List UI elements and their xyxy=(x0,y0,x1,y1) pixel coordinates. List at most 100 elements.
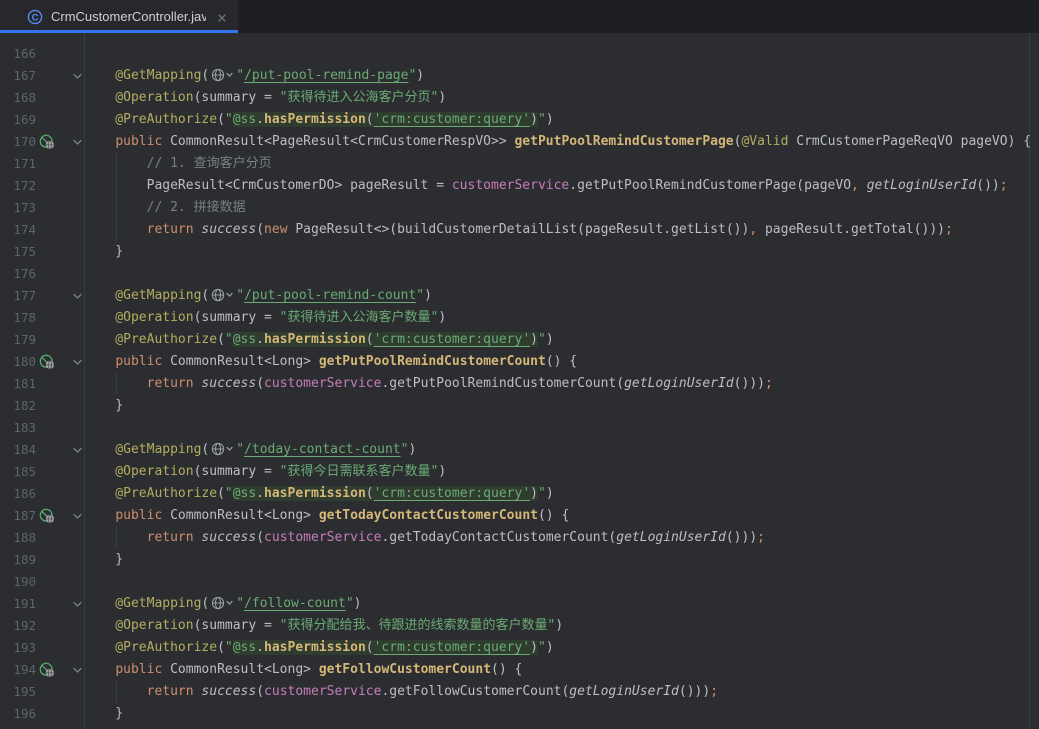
code-token: ) xyxy=(416,68,424,83)
code-token: @GetMapping xyxy=(84,596,201,611)
code-line-text[interactable]: return success(customerService.getTodayC… xyxy=(84,527,765,549)
line-number: 187 xyxy=(0,505,36,527)
code-line: 168 @Operation(summary = "获得待进入公海客户分页") xyxy=(0,87,1039,109)
endpoint-gutter-icon[interactable] xyxy=(39,134,55,150)
code-token: success xyxy=(201,684,256,699)
code-line-text[interactable]: @Operation(summary = "获得待进入公海客户分页") xyxy=(84,87,446,109)
code-token: ) xyxy=(530,332,538,347)
code-token: " xyxy=(236,68,244,83)
code-line-text[interactable]: public CommonResult<Long> getFollowCusto… xyxy=(84,659,522,681)
code-token: ( xyxy=(256,222,264,237)
code-line: 171 // 1. 查询客户分页 xyxy=(0,153,1039,175)
code-token: return xyxy=(147,222,202,237)
fold-chevron-icon[interactable] xyxy=(72,357,83,368)
code-line-text[interactable]: // 2. 拼接数据 xyxy=(84,197,246,219)
fold-chevron-icon[interactable] xyxy=(72,599,83,610)
editor-tab-bar: C CrmCustomerController.java xyxy=(0,0,1039,33)
code-token: ) xyxy=(408,442,416,457)
code-token: ) xyxy=(546,112,554,127)
code-line: 169 @PreAuthorize("@ss.hasPermission('cr… xyxy=(0,109,1039,131)
code-line-text[interactable]: } xyxy=(84,703,123,725)
code-line-text[interactable]: @PreAuthorize("@ss.hasPermission('crm:cu… xyxy=(84,109,554,131)
code-line-text[interactable]: @GetMapping("/follow-count") xyxy=(84,593,361,615)
code-token: " xyxy=(538,486,546,501)
code-line: 172 PageResult<CrmCustomerDO> pageResult… xyxy=(0,175,1039,197)
code-token: ()) xyxy=(976,178,999,193)
code-token: return xyxy=(147,376,202,391)
fold-chevron-icon[interactable] xyxy=(72,71,83,82)
code-line-text[interactable]: @GetMapping("/put-pool-remind-page") xyxy=(84,65,424,87)
code-token: ())) xyxy=(734,376,765,391)
code-token: (summary = xyxy=(194,310,280,325)
code-line-text[interactable]: } xyxy=(84,549,123,571)
code-token: ) xyxy=(424,288,432,303)
code-token: ) xyxy=(438,310,446,325)
code-line-text[interactable]: @PreAuthorize("@ss.hasPermission('crm:cu… xyxy=(84,637,554,659)
line-number: 177 xyxy=(0,285,36,307)
code-line-text[interactable]: } xyxy=(84,395,123,417)
code-line-text[interactable]: @PreAuthorize("@ss.hasPermission('crm:cu… xyxy=(84,483,554,505)
code-line-text[interactable]: public CommonResult<Long> getTodayContac… xyxy=(84,505,569,527)
code-token: ) xyxy=(546,486,554,501)
code-token: ) xyxy=(530,486,538,501)
code-token: ( xyxy=(256,376,264,391)
fold-chevron-icon[interactable] xyxy=(72,445,83,456)
endpoint-gutter-icon[interactable] xyxy=(39,354,55,370)
code-line-text[interactable]: @Operation(summary = "获得今日需联系客户数量") xyxy=(84,461,446,483)
line-number: 182 xyxy=(0,395,36,417)
code-line-text[interactable]: } xyxy=(84,241,123,263)
code-line: 185 @Operation(summary = "获得今日需联系客户数量") xyxy=(0,461,1039,483)
endpoint-gutter-icon[interactable] xyxy=(39,662,55,678)
close-icon[interactable] xyxy=(216,11,228,23)
code-token: CommonResult<PageResult<CrmCustomerRespV… xyxy=(170,134,514,149)
code-token xyxy=(859,178,867,193)
code-token: (summary = xyxy=(194,90,280,105)
code-token: @Operation xyxy=(84,464,194,479)
line-number: 176 xyxy=(0,263,36,285)
code-token: PageResult<CrmCustomerDO> pageResult = xyxy=(84,178,452,193)
code-token: @ss xyxy=(233,332,256,347)
code-token: ; xyxy=(710,684,718,699)
line-number: 173 xyxy=(0,197,36,219)
code-token: .getPutPoolRemindCustomerCount( xyxy=(381,376,624,391)
code-token: CommonResult<Long> xyxy=(170,662,319,677)
code-token: . xyxy=(256,332,264,347)
code-line-text[interactable]: @PreAuthorize("@ss.hasPermission('crm:cu… xyxy=(84,329,554,351)
code-token: ) xyxy=(354,596,362,611)
line-number: 189 xyxy=(0,549,36,571)
code-line-text[interactable]: @Operation(summary = "获得分配给我、待跟进的线索数量的客户… xyxy=(84,615,563,637)
code-line: 193 @PreAuthorize("@ss.hasPermission('cr… xyxy=(0,637,1039,659)
fold-chevron-icon[interactable] xyxy=(72,665,83,676)
code-line-text[interactable]: PageResult<CrmCustomerDO> pageResult = c… xyxy=(84,175,1008,197)
fold-chevron-icon[interactable] xyxy=(72,291,83,302)
line-number: 192 xyxy=(0,615,36,637)
code-line-text[interactable]: return success(new PageResult<>(buildCus… xyxy=(84,219,953,241)
code-token: ( xyxy=(201,442,209,457)
code-line-text[interactable]: public CommonResult<Long> getPutPoolRemi… xyxy=(84,351,577,373)
code-token: " xyxy=(538,332,546,347)
endpoint-gutter-icon[interactable] xyxy=(39,508,55,524)
code-token xyxy=(84,134,115,149)
code-line: 166 xyxy=(0,43,1039,65)
code-token: customerService xyxy=(452,178,569,193)
fold-chevron-icon[interactable] xyxy=(72,137,83,148)
editor-tab[interactable]: C CrmCustomerController.java xyxy=(0,0,238,33)
code-line-text[interactable]: @GetMapping("/today-contact-count") xyxy=(84,439,416,461)
fold-chevron-icon[interactable] xyxy=(72,511,83,522)
code-line: 189 } xyxy=(0,549,1039,571)
line-number: 172 xyxy=(0,175,36,197)
code-token: . xyxy=(256,112,264,127)
code-token: , xyxy=(851,178,859,193)
code-line-text[interactable]: @Operation(summary = "获得待进入公海客户数量") xyxy=(84,307,446,329)
code-line-text[interactable]: return success(customerService.getPutPoo… xyxy=(84,373,773,395)
code-token: ; xyxy=(765,376,773,391)
code-editor[interactable]: 166167 @GetMapping("/put-pool-remind-pag… xyxy=(0,33,1039,729)
code-line: 167 @GetMapping("/put-pool-remind-page") xyxy=(0,65,1039,87)
code-line-text[interactable]: @GetMapping("/put-pool-remind-count") xyxy=(84,285,432,307)
code-line-text[interactable]: public CommonResult<PageResult<CrmCustom… xyxy=(84,131,1031,153)
code-token: @ss xyxy=(233,640,256,655)
code-line-text[interactable]: return success(customerService.getFollow… xyxy=(84,681,718,703)
code-line-text[interactable]: // 1. 查询客户分页 xyxy=(84,153,272,175)
code-token: PageResult<>(buildCustomerDetailList(pag… xyxy=(288,222,750,237)
code-line: 173 // 2. 拼接数据 xyxy=(0,197,1039,219)
